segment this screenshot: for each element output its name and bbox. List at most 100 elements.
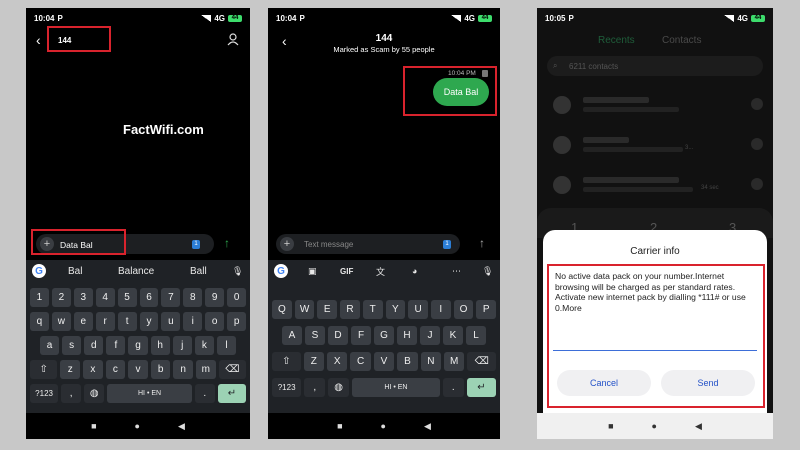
key[interactable]: d — [84, 336, 104, 355]
recent-call-row[interactable]: 34 sec — [549, 174, 763, 196]
enter-key[interactable]: ↵ — [217, 384, 246, 403]
suggestion-2[interactable]: Balance — [118, 266, 154, 277]
key[interactable]: j — [172, 336, 192, 355]
back-nav-icon[interactable]: ◀ — [695, 421, 702, 432]
key[interactable]: x — [83, 360, 103, 379]
key[interactable]: J — [420, 326, 440, 345]
key[interactable]: 7 — [161, 288, 181, 307]
more-icon[interactable]: ⋯ — [452, 266, 461, 277]
translate-icon[interactable]: 文 — [376, 265, 385, 278]
add-icon[interactable]: + — [280, 237, 294, 251]
key[interactable]: L — [466, 326, 486, 345]
key[interactable]: P — [476, 300, 497, 319]
comma-key[interactable]: , — [61, 384, 82, 403]
key[interactable]: q — [30, 312, 49, 331]
key[interactable]: W — [294, 300, 315, 319]
key[interactable]: A — [282, 326, 302, 345]
key[interactable]: k — [194, 336, 214, 355]
key[interactable]: b — [150, 360, 171, 379]
key[interactable]: 9 — [205, 288, 225, 307]
key[interactable]: 6 — [139, 288, 159, 307]
suggestion-3[interactable]: Ball — [190, 266, 207, 277]
key[interactable]: N — [420, 352, 442, 371]
key[interactable]: c — [105, 360, 126, 379]
key[interactable]: Q — [272, 300, 292, 319]
key[interactable]: g — [128, 336, 148, 355]
contact-icon[interactable] — [226, 32, 240, 51]
key[interactable]: u — [161, 312, 181, 331]
back-arrow-icon[interactable]: ‹ — [36, 32, 41, 48]
period-key[interactable]: . — [442, 378, 464, 397]
space-key[interactable]: HI • EN — [352, 378, 440, 397]
send-icon[interactable]: ↑ — [224, 236, 230, 250]
symbols-key[interactable]: ?123 — [30, 384, 59, 403]
sticker-icon[interactable]: ▣ — [308, 266, 317, 277]
recent-call-row[interactable]: 3... — [549, 134, 763, 156]
backspace-key[interactable]: ⌫ — [467, 352, 496, 371]
sim-badge[interactable]: 1 — [443, 240, 451, 249]
key[interactable]: E — [317, 300, 338, 319]
key[interactable]: 8 — [183, 288, 203, 307]
recents-nav-icon[interactable]: ■ — [337, 421, 342, 431]
key[interactable]: C — [350, 352, 371, 371]
space-key[interactable]: HI • EN — [107, 384, 192, 403]
home-nav-icon[interactable]: ● — [135, 421, 140, 431]
key[interactable]: D — [328, 326, 348, 345]
gif-button[interactable]: GIF — [340, 267, 353, 276]
comma-key[interactable]: , — [304, 378, 326, 397]
key[interactable]: h — [150, 336, 170, 355]
enter-key[interactable]: ↵ — [466, 378, 497, 397]
key[interactable]: I — [430, 300, 451, 319]
period-key[interactable]: . — [194, 384, 215, 403]
key[interactable]: F — [351, 326, 371, 345]
key[interactable]: X — [326, 352, 348, 371]
suggestion-1[interactable]: Bal — [68, 266, 82, 277]
key[interactable]: U — [408, 300, 428, 319]
key[interactable]: t — [117, 312, 137, 331]
palette-icon[interactable]: ◕ — [412, 266, 417, 276]
key[interactable]: 1 — [30, 288, 49, 307]
key[interactable]: p — [227, 312, 247, 331]
key[interactable]: Z — [303, 352, 324, 371]
chevron-right-icon[interactable] — [751, 178, 763, 190]
tab-contacts[interactable]: Contacts — [662, 35, 701, 46]
key[interactable]: s — [62, 336, 82, 355]
chevron-right-icon[interactable] — [751, 138, 763, 150]
key[interactable]: 4 — [95, 288, 115, 307]
key[interactable]: r — [95, 312, 115, 331]
key[interactable]: a — [40, 336, 60, 355]
key[interactable]: 2 — [51, 288, 71, 307]
key[interactable]: K — [443, 326, 463, 345]
message-input-placeholder[interactable]: Text message — [304, 240, 353, 249]
send-icon[interactable]: ↑ — [479, 236, 485, 250]
chevron-right-icon[interactable] — [751, 98, 763, 110]
key[interactable]: Y — [385, 300, 406, 319]
tab-recents[interactable]: Recents — [598, 35, 635, 46]
google-icon[interactable]: G — [274, 264, 288, 278]
backspace-key[interactable]: ⌫ — [218, 360, 246, 379]
key[interactable]: n — [173, 360, 193, 379]
recents-nav-icon[interactable]: ■ — [91, 421, 96, 431]
shift-key[interactable]: ⇧ — [30, 360, 58, 379]
mic-icon[interactable]: 🎙 — [232, 266, 243, 277]
back-nav-icon[interactable]: ◀ — [424, 421, 431, 432]
sim-badge[interactable]: 1 — [192, 240, 200, 249]
mic-icon[interactable]: 🎙 — [482, 266, 493, 277]
key[interactable]: v — [128, 360, 148, 379]
home-nav-icon[interactable]: ● — [652, 421, 657, 431]
key[interactable]: 0 — [227, 288, 247, 307]
key[interactable]: H — [397, 326, 417, 345]
key[interactable]: 3 — [73, 288, 93, 307]
key[interactable]: y — [139, 312, 159, 331]
key[interactable]: f — [106, 336, 126, 355]
google-icon[interactable]: G — [32, 264, 46, 278]
key[interactable]: M — [444, 352, 465, 371]
key[interactable]: T — [362, 300, 383, 319]
home-nav-icon[interactable]: ● — [381, 421, 386, 431]
key[interactable]: G — [374, 326, 394, 345]
back-nav-icon[interactable]: ◀ — [178, 421, 185, 432]
key[interactable]: z — [60, 360, 81, 379]
key[interactable]: V — [373, 352, 395, 371]
key[interactable]: O — [453, 300, 474, 319]
globe-icon[interactable]: ◍ — [328, 378, 350, 397]
